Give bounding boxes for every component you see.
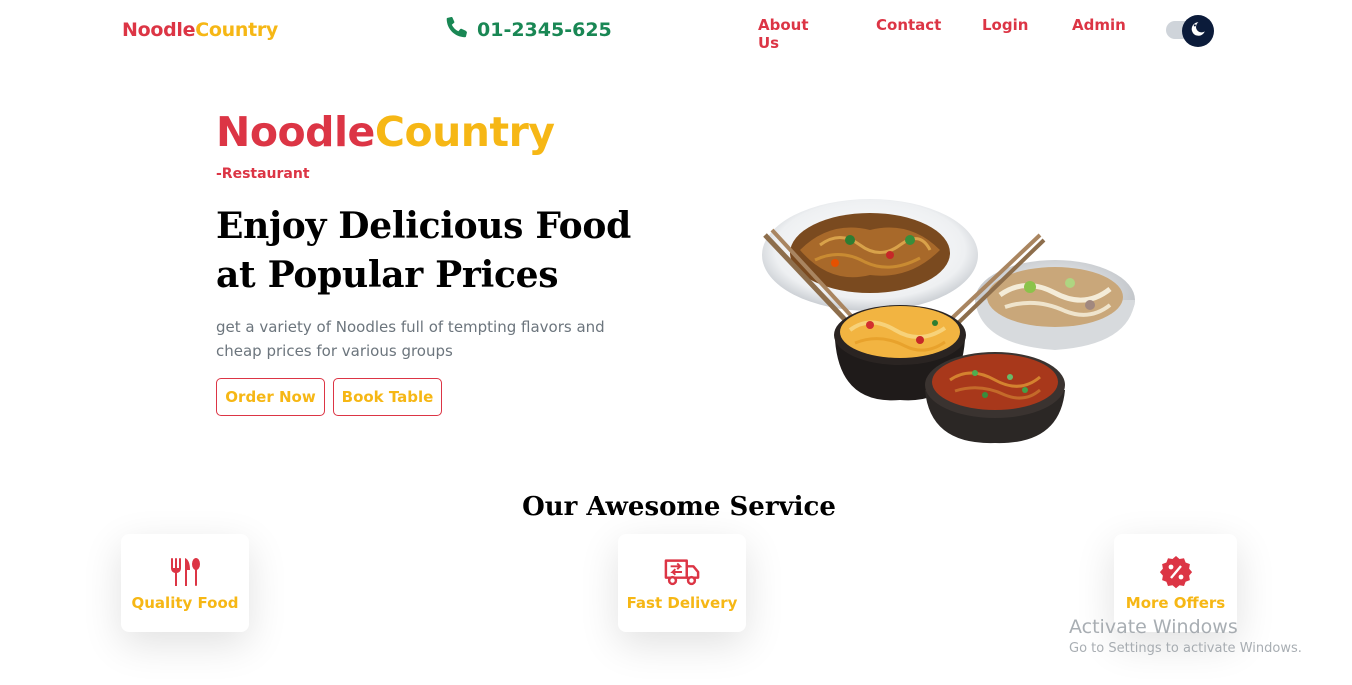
activate-windows-title: Activate Windows <box>1069 616 1238 638</box>
service-card-fast-delivery[interactable]: Fast Delivery <box>618 534 746 632</box>
order-now-button[interactable]: Order Now <box>216 378 325 416</box>
moon-icon <box>1189 20 1207 43</box>
nav-admin[interactable]: Admin <box>1072 16 1126 34</box>
phone-number: 01-2345-625 <box>477 18 612 41</box>
nav-about-us[interactable]: About Us <box>758 16 809 52</box>
hero-brand-noodle: Noodle <box>216 108 375 156</box>
service-label: Quality Food <box>131 594 239 612</box>
phone-icon <box>445 15 469 44</box>
service-label: Fast Delivery <box>626 594 738 612</box>
book-table-button[interactable]: Book Table <box>333 378 442 416</box>
service-card-quality-food[interactable]: Quality Food <box>121 534 249 632</box>
toggle-knob <box>1182 15 1214 47</box>
hero-brand: NoodleCountry <box>216 108 555 156</box>
nav-login[interactable]: Login <box>982 16 1028 34</box>
noodle-bowls-image <box>760 195 1140 450</box>
nav-contact[interactable]: Contact <box>876 16 941 34</box>
percent-badge-icon <box>1158 554 1194 590</box>
brand-country: Country <box>195 19 279 41</box>
truck-icon <box>664 554 700 590</box>
theme-toggle[interactable] <box>1166 15 1214 47</box>
service-label: More Offers <box>1125 594 1226 612</box>
hero-subtitle: -Restaurant <box>216 166 310 182</box>
brand-noodle: Noodle <box>122 19 196 41</box>
phone-contact[interactable]: 01-2345-625 <box>445 15 612 44</box>
services-heading: Our Awesome Service <box>522 492 836 522</box>
hero-heading-line1: Enjoy Delicious Food <box>216 205 631 247</box>
hero-heading: Enjoy Delicious Food at Popular Prices <box>216 202 636 300</box>
navbar-brand[interactable]: NoodleCountry <box>122 19 278 41</box>
utensils-icon <box>167 554 203 590</box>
activate-windows-subtitle: Go to Settings to activate Windows. <box>1069 641 1302 656</box>
hero-brand-country: Country <box>374 108 555 156</box>
hero-description: get a variety of Noodles full of temptin… <box>216 318 605 360</box>
hero-heading-line2: at Popular Prices <box>216 254 559 296</box>
